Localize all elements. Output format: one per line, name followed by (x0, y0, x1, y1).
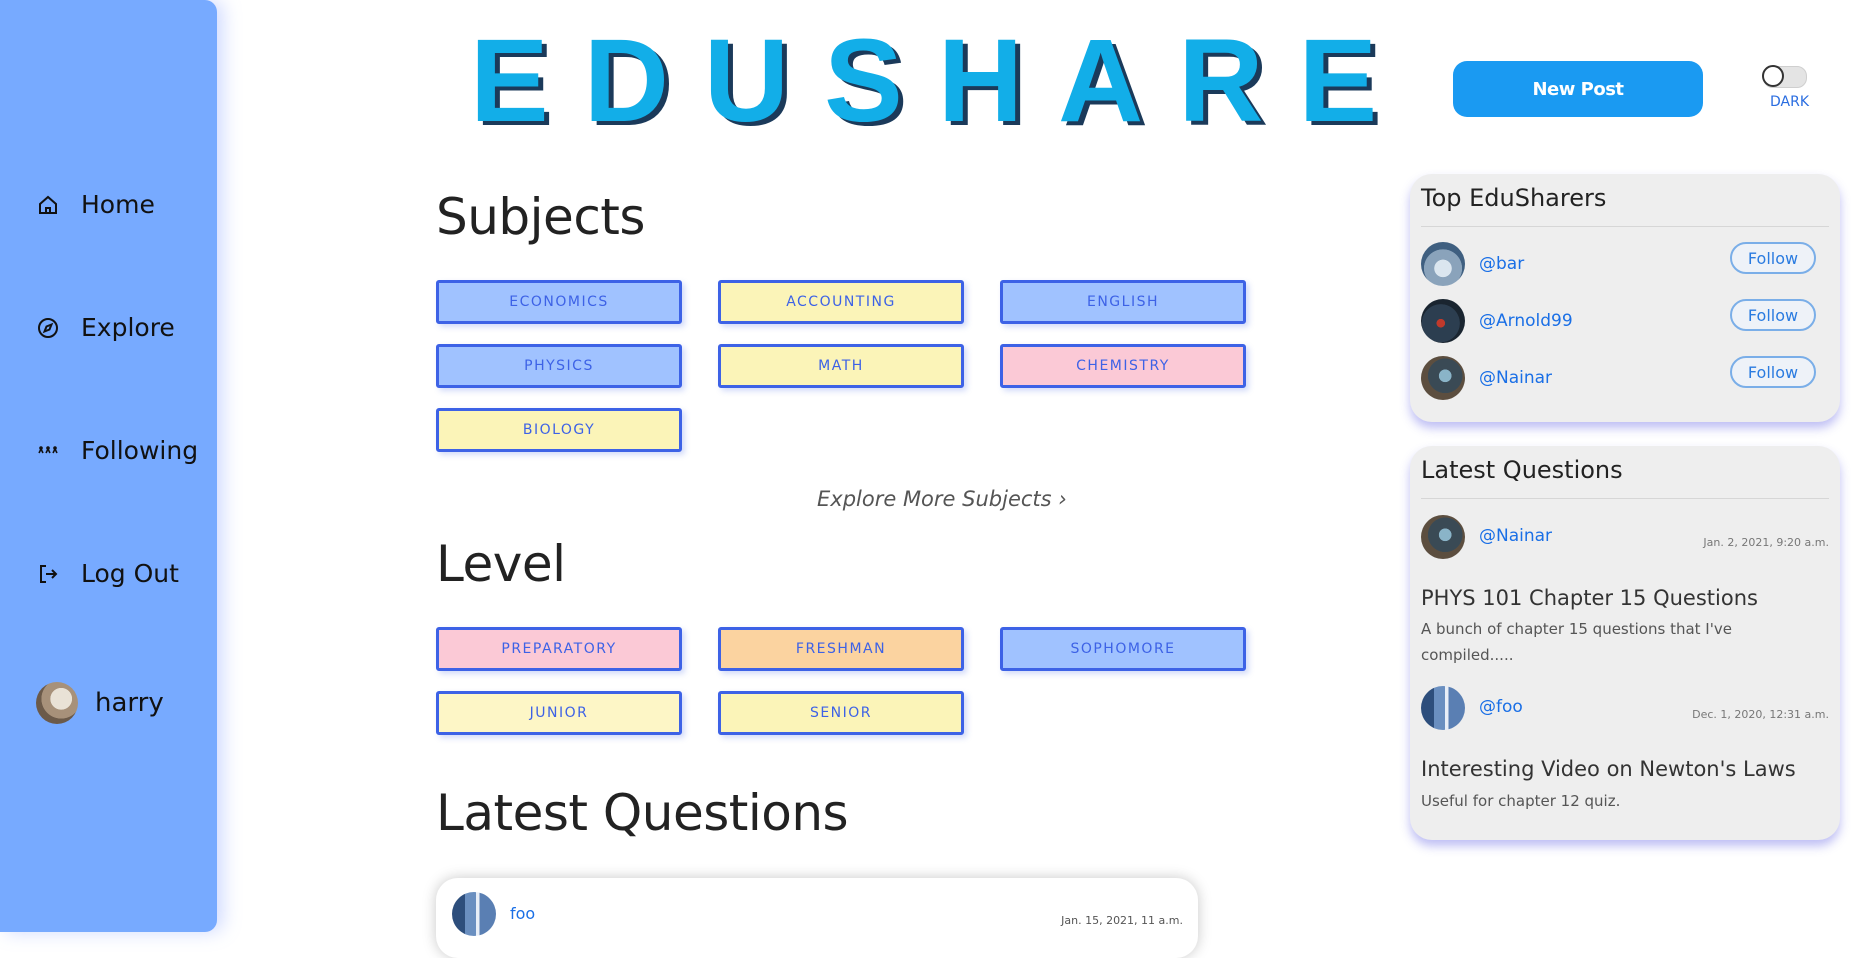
level-tag[interactable]: FRESHMAN (718, 627, 964, 671)
question-date: Jan. 2, 2021, 9:20 a.m. (1703, 536, 1829, 549)
question-author[interactable]: @foo (1479, 697, 1523, 717)
subject-tag[interactable]: CHEMISTRY (1000, 344, 1246, 388)
sidebar-item-label: Home (81, 190, 155, 219)
subject-tag[interactable]: ECONOMICS (436, 280, 682, 324)
subject-tag[interactable]: PHYSICS (436, 344, 682, 388)
explore-more-subjects-link[interactable]: Explore More Subjects › (817, 487, 1067, 511)
compass-icon (38, 317, 58, 338)
sidebar-item-logout[interactable]: Log Out (36, 559, 179, 588)
user-handle[interactable]: @bar (1479, 254, 1524, 274)
subject-tag[interactable]: ENGLISH (1000, 280, 1246, 324)
question-card[interactable]: foo Jan. 15, 2021, 11 a.m. (436, 878, 1198, 958)
question-excerpt: A bunch of chapter 15 questions that I'v… (1421, 620, 1732, 664)
panel-title: Latest Questions (1421, 456, 1623, 484)
subjects-heading: Subjects (436, 188, 645, 246)
user-handle[interactable]: @Arnold99 (1479, 311, 1573, 331)
avatar (36, 682, 78, 724)
dark-mode-label: DARK (1770, 94, 1810, 110)
divider (1421, 226, 1829, 227)
level-tag[interactable]: SENIOR (718, 691, 964, 735)
sidebar-item-label: Log Out (81, 559, 179, 588)
avatar (1421, 515, 1465, 559)
sidebar-item-explore[interactable]: Explore (36, 313, 175, 342)
follow-button[interactable]: Follow (1730, 242, 1816, 274)
logout-icon (40, 564, 58, 583)
level-tag[interactable]: PREPARATORY (436, 627, 682, 671)
subject-tag[interactable]: MATH (718, 344, 964, 388)
sidebar-item-label: Following (81, 436, 199, 465)
avatar (1421, 356, 1465, 400)
follow-button[interactable]: Follow (1730, 299, 1816, 331)
question-date: Dec. 1, 2020, 12:31 a.m. (1692, 708, 1829, 721)
home-icon (39, 195, 57, 214)
people-icon (38, 445, 58, 453)
sidebar-user[interactable]: harry (36, 682, 164, 724)
user-name: harry (95, 688, 164, 718)
level-heading: Level (436, 535, 566, 593)
question-date: Jan. 15, 2021, 11 a.m. (1061, 914, 1183, 927)
avatar (452, 892, 496, 936)
sidebar-item-label: Explore (81, 313, 175, 342)
divider (1421, 498, 1829, 499)
question-title[interactable]: Interesting Video on Newton's Laws (1421, 757, 1796, 781)
question-excerpt: Useful for chapter 12 quiz. (1421, 792, 1621, 810)
sidebar: Home Explore Following Log Out harry (0, 0, 217, 932)
subject-tag[interactable]: BIOLOGY (436, 408, 682, 452)
sidebar-item-home[interactable]: Home (36, 190, 155, 219)
user-handle[interactable]: @Nainar (1479, 368, 1552, 388)
level-tag[interactable]: SOPHOMORE (1000, 627, 1246, 671)
avatar (1421, 242, 1465, 286)
app-logo[interactable]: EDUSHARE (470, 22, 1412, 140)
panel-title: Top EduSharers (1421, 184, 1607, 212)
side-latest-questions-panel: Latest Questions @Nainar Jan. 2, 2021, 9… (1410, 446, 1840, 840)
avatar (1421, 299, 1465, 343)
subject-tag[interactable]: ACCOUNTING (718, 280, 964, 324)
latest-questions-heading: Latest Questions (436, 784, 849, 842)
follow-button[interactable]: Follow (1730, 356, 1816, 388)
new-post-button[interactable]: New Post (1453, 61, 1703, 117)
question-title[interactable]: PHYS 101 Chapter 15 Questions (1421, 586, 1758, 610)
level-tag[interactable]: JUNIOR (436, 691, 682, 735)
avatar (1421, 686, 1465, 730)
question-author[interactable]: foo (510, 904, 535, 923)
top-edusharers-panel: Top EduSharers @bar Follow @Arnold99 Fol… (1410, 174, 1840, 422)
question-author[interactable]: @Nainar (1479, 526, 1552, 546)
dark-mode-toggle[interactable] (1762, 65, 1807, 88)
sidebar-item-following[interactable]: Following (36, 436, 198, 465)
toggle-knob (1762, 65, 1784, 87)
